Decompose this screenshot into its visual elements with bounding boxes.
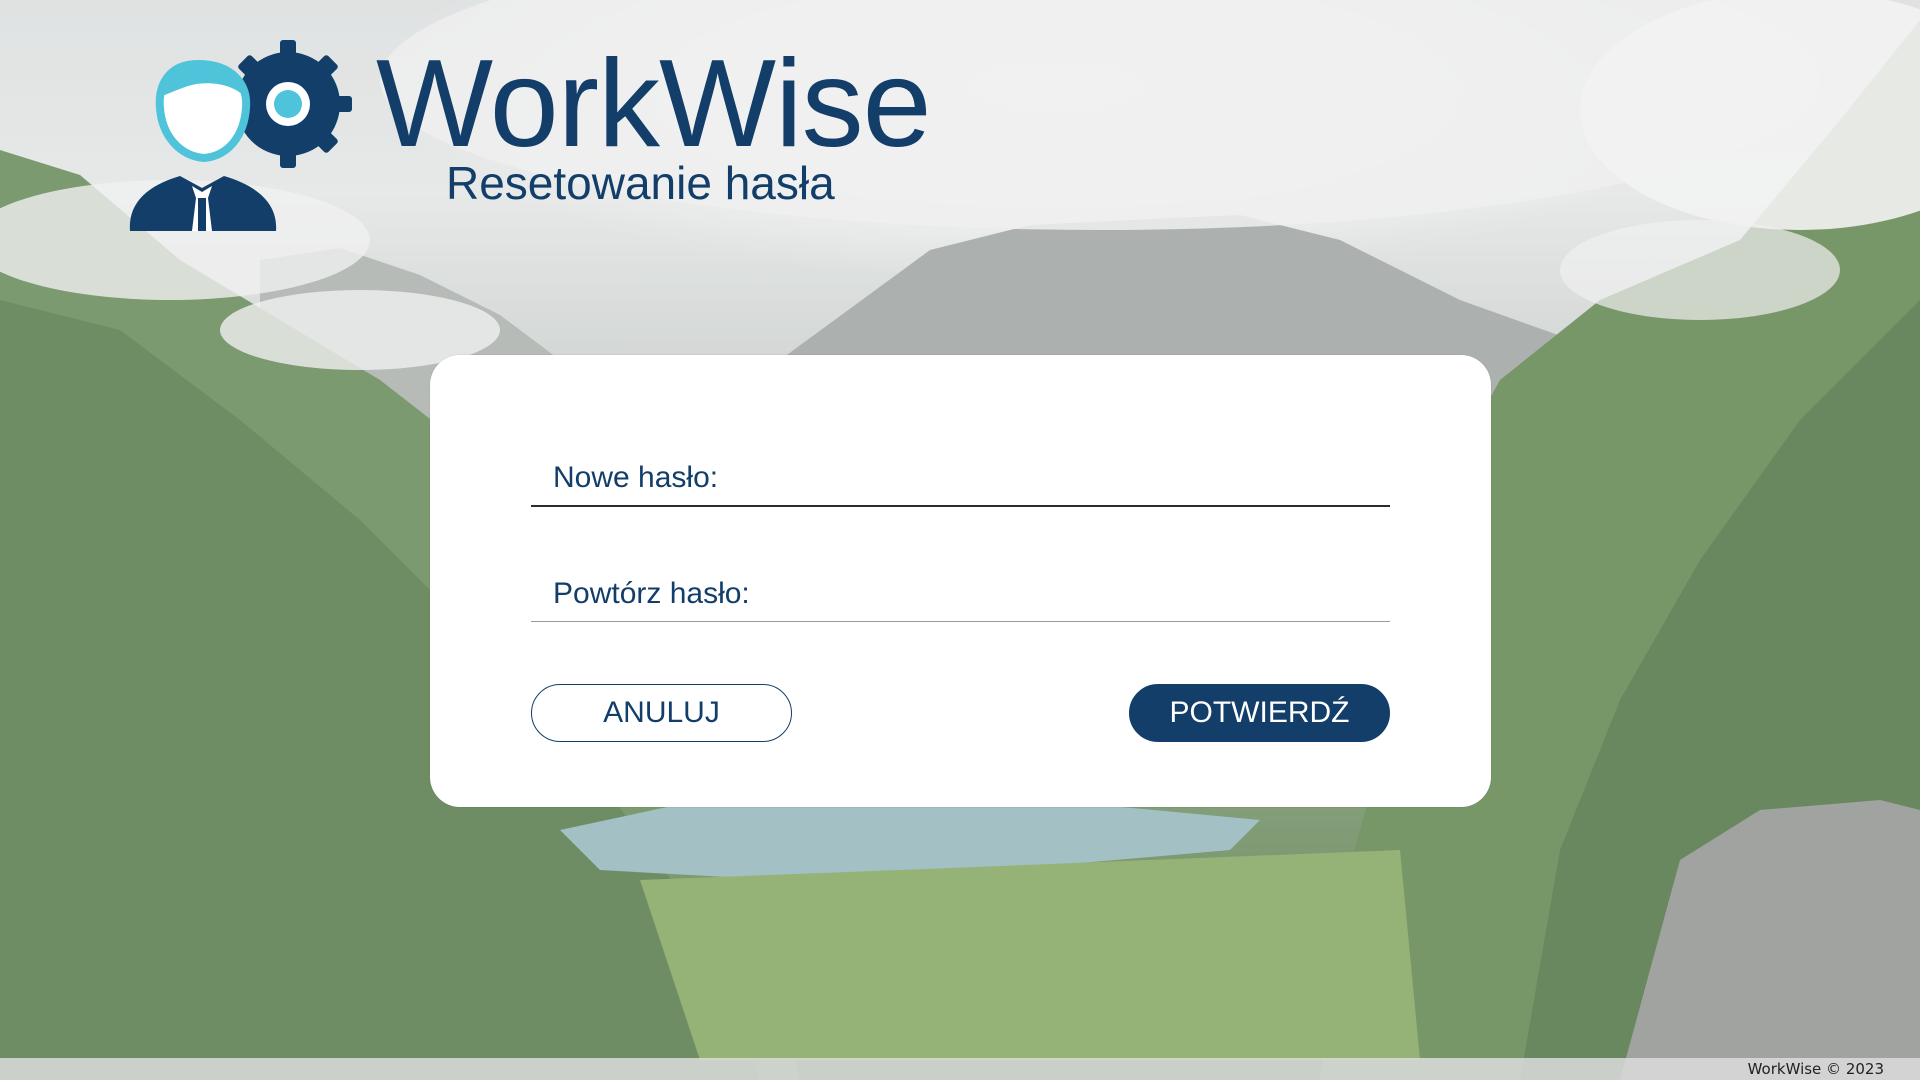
- new-password-label: Nowe hasło:: [553, 461, 719, 494]
- new-password-input[interactable]: [761, 459, 1380, 497]
- repeat-password-label: Powtórz hasło:: [553, 577, 750, 610]
- repeat-password-input[interactable]: [801, 575, 1380, 613]
- confirm-button[interactable]: POTWIERDŹ: [1129, 684, 1390, 742]
- new-password-field[interactable]: Nowe hasło:: [531, 445, 1390, 507]
- reset-password-card: Nowe hasło: Powtórz hasło: ANULUJ POTWIE…: [430, 355, 1491, 807]
- page-subtitle: Resetowanie hasła: [446, 157, 835, 209]
- user-gear-logo-icon: [129, 40, 352, 231]
- cancel-button[interactable]: ANULUJ: [531, 684, 792, 742]
- repeat-password-field[interactable]: Powtórz hasło:: [531, 561, 1390, 622]
- brand-title: WorkWise: [376, 35, 932, 173]
- footer-bar: WorkWise © 2023: [0, 1058, 1920, 1080]
- copyright-text: WorkWise © 2023: [1747, 1060, 1884, 1078]
- reset-password-screen: WorkWise Resetowanie hasła Nowe hasło: P…: [0, 0, 1920, 1080]
